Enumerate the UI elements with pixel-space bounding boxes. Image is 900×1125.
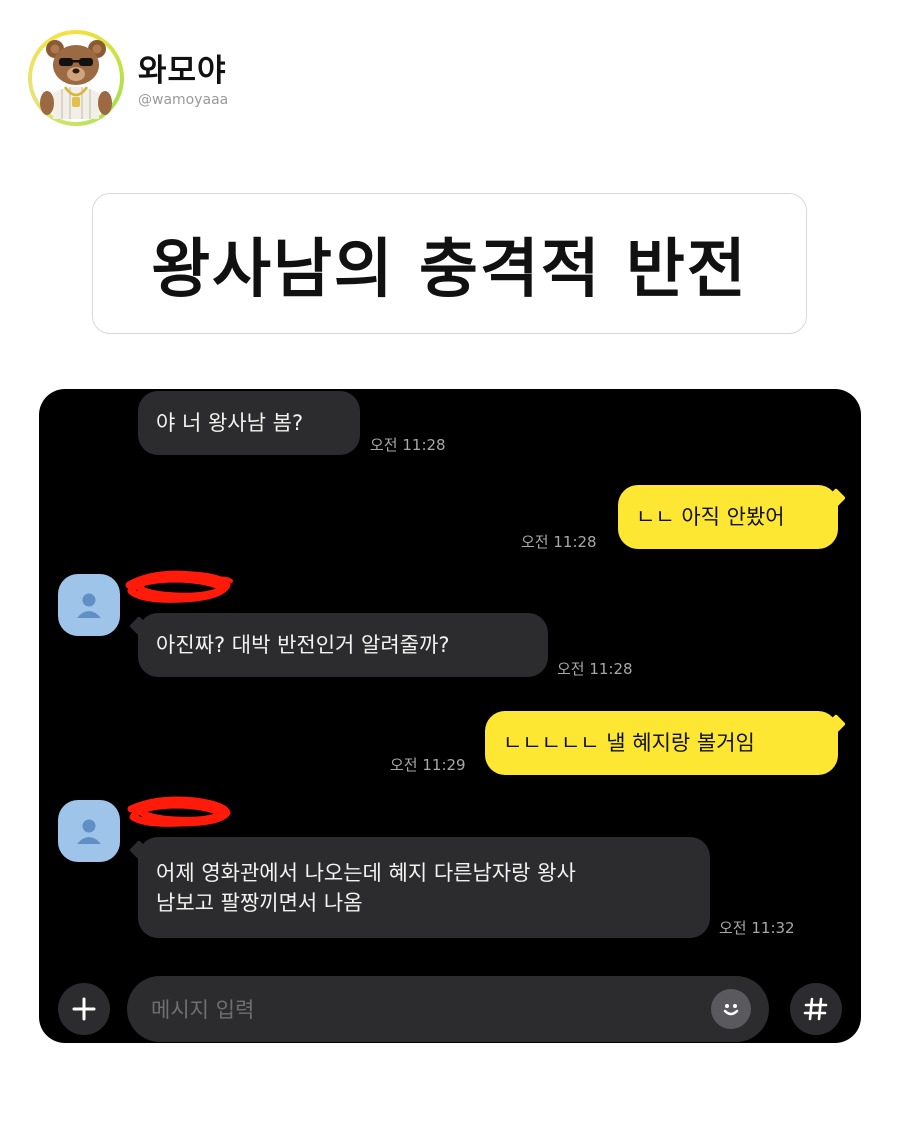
profile-name[interactable]: 와모야 <box>138 45 228 90</box>
hash-icon <box>803 997 828 1021</box>
hashtag-button[interactable] <box>790 983 842 1035</box>
message-text: ㄴㄴ 아직 안봤어 <box>636 505 785 529</box>
emoji-icon <box>723 1004 739 1016</box>
profile-avatar[interactable] <box>28 30 124 126</box>
message-timestamp: 오전 11:28 <box>557 660 633 678</box>
message-bubble-outgoing: ㄴㄴ 아직 안봤어 <box>618 485 838 549</box>
chat-window: 야 너 왕사남 봄? 오전 11:28 오전 11:28 ㄴㄴ 아직 안봤어 아… <box>39 389 861 1043</box>
message-text-line-1: 어제 영화관에서 나오는데 혜지 다른남자랑 왕사 <box>156 860 576 885</box>
plus-icon <box>72 997 96 1021</box>
message-text: ㄴㄴㄴㄴㄴ 낼 혜지랑 볼거임 <box>503 731 755 755</box>
sender-avatar[interactable] <box>58 574 120 636</box>
attach-plus-button[interactable] <box>58 983 110 1035</box>
default-user-icon <box>77 593 101 618</box>
message-text-line-2: 남보고 팔짱끼면서 나옴 <box>156 890 363 915</box>
message-text: 야 너 왕사남 봄? <box>156 411 304 435</box>
profile-header: 와모야 @wamoyaaa <box>28 30 228 126</box>
redacted-sender-name <box>125 570 233 603</box>
post-title: 왕사남의 충격적 반전 <box>151 232 748 307</box>
message-bubble-incoming: 어제 영화관에서 나오는데 혜지 다른남자랑 왕사 남보고 팔짱끼면서 나옴 <box>138 837 710 938</box>
emoji-button[interactable] <box>711 989 751 1029</box>
post-title-box: 왕사남의 충격적 반전 <box>92 193 807 334</box>
message-timestamp: 오전 11:28 <box>521 533 597 551</box>
message-timestamp: 오전 11:28 <box>370 436 446 454</box>
message-text: 아진짜? 대박 반전인거 알려줄까? <box>156 633 450 657</box>
message-bubble-incoming: 아진짜? 대박 반전인거 알려줄까? <box>138 613 548 677</box>
profile-handle: @wamoyaaa <box>138 91 229 108</box>
redacted-sender-name <box>127 796 231 827</box>
message-timestamp: 오전 11:29 <box>390 756 466 774</box>
message-input[interactable]: 메시지 입력 <box>127 976 769 1042</box>
sender-avatar[interactable] <box>58 800 120 862</box>
message-bubble-incoming: 야 너 왕사남 봄? <box>138 391 360 455</box>
message-bubble-outgoing: ㄴㄴㄴㄴㄴ 낼 혜지랑 볼거임 <box>485 711 838 775</box>
default-user-icon <box>77 819 101 844</box>
message-input-placeholder: 메시지 입력 <box>151 998 255 1022</box>
bear-avatar-icon <box>40 40 112 119</box>
message-timestamp: 오전 11:32 <box>719 919 795 937</box>
